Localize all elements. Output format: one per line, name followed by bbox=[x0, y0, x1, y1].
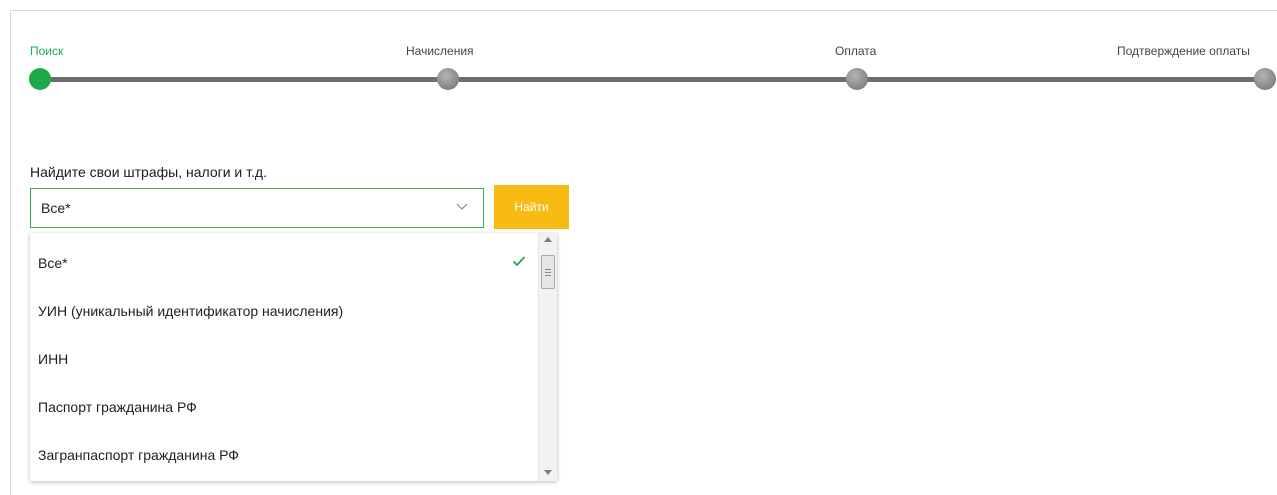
step-dot-charges[interactable] bbox=[437, 68, 459, 90]
dropdown-option-all[interactable]: Все* bbox=[30, 239, 538, 287]
search-type-select[interactable]: Все* bbox=[30, 188, 484, 228]
chevron-down-icon[interactable] bbox=[455, 201, 469, 211]
step-label-search: Поиск bbox=[30, 44, 64, 58]
dropdown-option-label: Все* bbox=[38, 255, 68, 271]
thumb-grip-line bbox=[545, 272, 551, 273]
payment-stepper: Поиск Начисления Оплата Подтверждение оп… bbox=[0, 0, 1277, 110]
step-dot-search[interactable] bbox=[29, 68, 51, 90]
dropdown-option-passport[interactable]: Паспорт гражданина РФ bbox=[30, 383, 538, 431]
scroll-down-arrow-icon[interactable] bbox=[544, 470, 552, 475]
scroll-thumb[interactable] bbox=[541, 255, 555, 289]
dropdown-option-uin[interactable]: УИН (уникальный идентификатор начисления… bbox=[30, 287, 538, 335]
dropdown-option-foreign-passport[interactable]: Загранпаспорт гражданина РФ bbox=[30, 431, 538, 479]
thumb-grip-line bbox=[545, 269, 551, 270]
step-label-payment: Оплата bbox=[835, 44, 877, 58]
search-heading: Найдите свои штрафы, налоги и т.д. bbox=[30, 164, 267, 180]
search-type-dropdown: Все* УИН (уникальный идентификатор начис… bbox=[30, 233, 557, 481]
dropdown-option-label: ИНН bbox=[38, 351, 69, 367]
dropdown-option-label: Загранпаспорт гражданина РФ bbox=[38, 447, 239, 463]
check-icon bbox=[512, 256, 526, 267]
stepper-track bbox=[40, 77, 1265, 82]
step-label-confirmation: Подтверждение оплаты bbox=[1117, 44, 1250, 58]
dropdown-option-label: Паспорт гражданина РФ bbox=[38, 399, 197, 415]
thumb-grip-line bbox=[545, 275, 551, 276]
dropdown-option-inn[interactable]: ИНН bbox=[30, 335, 538, 383]
scroll-up-arrow-icon[interactable] bbox=[544, 237, 552, 242]
step-label-charges: Начисления bbox=[406, 44, 474, 58]
dropdown-scrollbar[interactable] bbox=[538, 233, 557, 481]
dropdown-options-list: Все* УИН (уникальный идентификатор начис… bbox=[30, 233, 538, 481]
select-current-value: Все* bbox=[41, 200, 71, 216]
find-button[interactable]: Найти bbox=[494, 185, 569, 229]
dropdown-option-label: УИН (уникальный идентификатор начисления… bbox=[38, 303, 344, 319]
step-dot-payment[interactable] bbox=[846, 68, 868, 90]
step-dot-confirmation[interactable] bbox=[1254, 68, 1276, 90]
